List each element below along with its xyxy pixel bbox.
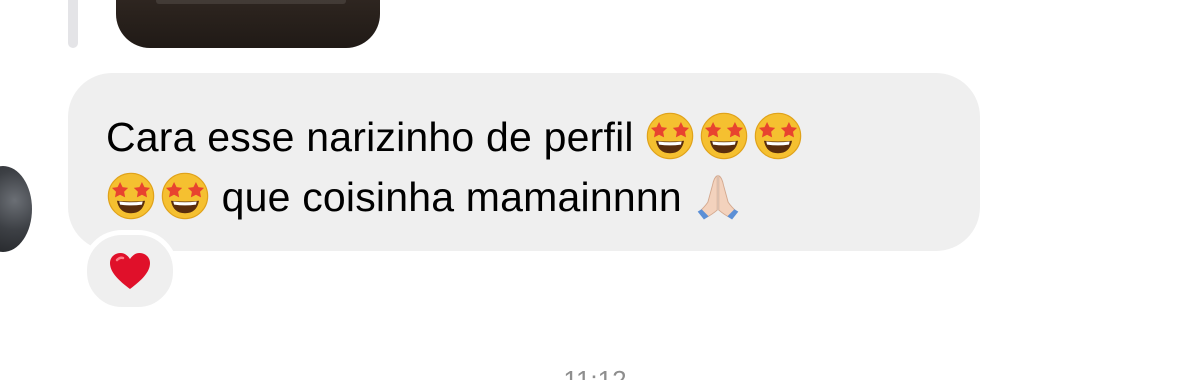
folded-hands-icon (693, 171, 743, 221)
star-struck-icon (645, 111, 695, 161)
message-line-1: Cara esse narizinho de perfil (106, 107, 966, 167)
reaction-badge[interactable] (82, 230, 178, 312)
previous-shared-media[interactable] (116, 0, 380, 48)
message-line-2-text: que coisinha mamainnnn (221, 174, 682, 220)
media-caption-blur (156, 0, 346, 4)
message-timestamp: 11:12 (563, 365, 627, 380)
chat-thread: Cara esse narizinho de perfil que coisin… (0, 0, 1190, 380)
star-struck-icon (699, 111, 749, 161)
message-text: Cara esse narizinho de perfil que coisin… (106, 107, 966, 227)
message-line-1-text: Cara esse narizinho de perfil (106, 114, 634, 160)
message-bubble[interactable]: Cara esse narizinho de perfil que coisin… (68, 73, 980, 251)
avatar[interactable] (0, 166, 32, 252)
star-struck-icon (753, 111, 803, 161)
red-heart-icon (108, 251, 152, 291)
message-line-2: que coisinha mamainnnn (106, 167, 966, 227)
star-struck-icon (160, 171, 210, 221)
star-struck-icon (106, 171, 156, 221)
reply-indicator-bar (68, 0, 78, 48)
